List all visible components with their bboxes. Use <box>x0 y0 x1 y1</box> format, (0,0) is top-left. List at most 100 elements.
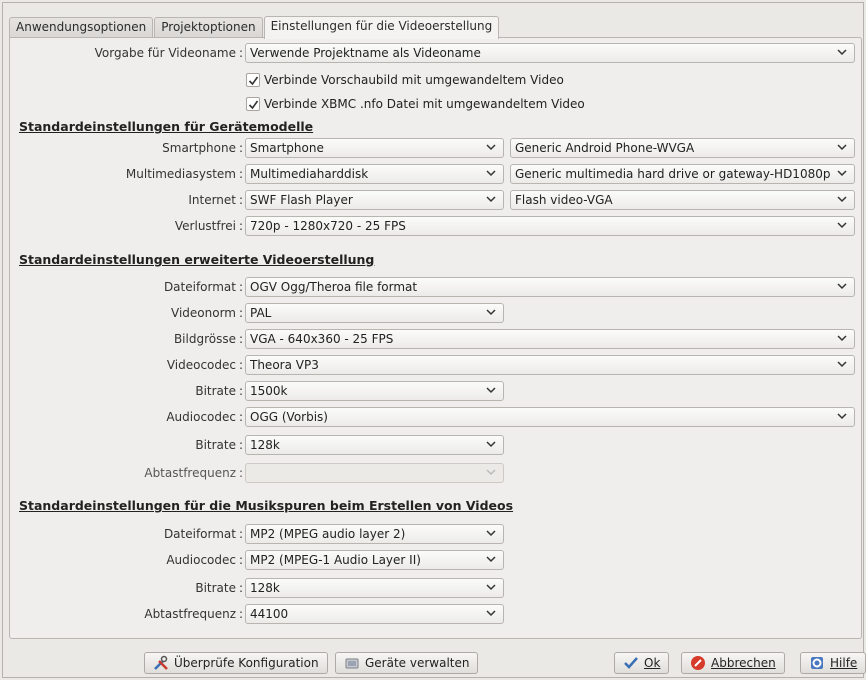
colon: : <box>239 581 244 595</box>
video-name-combo[interactable]: Verwende Projektname als Videoname <box>245 43 855 63</box>
chevron-down-icon <box>486 307 496 317</box>
devices-heading: Standardeinstellungen für Gerätemodelle <box>19 119 314 134</box>
chevron-down-icon <box>486 194 496 204</box>
chevron-down-icon <box>486 168 496 178</box>
video-name-value: Verwende Projektname als Videoname <box>250 46 481 60</box>
advanced-heading: Standardeinstellungen erweiterte Videoer… <box>19 252 375 267</box>
checkbox-checked-icon <box>246 96 260 111</box>
adv-file-format-value: OGV Ogg/Theroa file format <box>250 280 418 294</box>
internet-model-value: Flash video-VGA <box>515 193 613 207</box>
colon: : <box>239 141 244 155</box>
help-label: Hilfe <box>830 656 858 670</box>
image-size-value: VGA - 640x360 - 25 FPS <box>250 332 394 346</box>
chevron-down-icon <box>837 47 847 57</box>
multimedia-model-combo[interactable]: Generic multimedia hard drive or gateway… <box>510 164 855 184</box>
help-icon <box>809 655 825 671</box>
video-name-label: Vorgabe für Videoname <box>94 46 236 60</box>
chevron-down-icon <box>837 281 847 291</box>
thumbnail-checkbox[interactable]: Verbinde Vorschaubild mit umgewandeltem … <box>246 70 564 90</box>
music-audio-codec-combo[interactable]: MP2 (MPEG-1 Audio Layer II) <box>245 550 504 570</box>
manage-devices-button[interactable]: Geräte verwalten <box>335 652 479 674</box>
chevron-down-icon <box>486 554 496 564</box>
multimedia-model-value: Generic multimedia hard drive or gateway… <box>515 167 831 181</box>
chevron-down-icon <box>837 168 847 178</box>
internet-type-combo[interactable]: SWF Flash Player <box>245 190 504 210</box>
adv-sample-rate-label: Abtastfrequenz <box>144 466 236 480</box>
music-audio-codec-label: Audiocodec <box>166 553 236 567</box>
adv-sample-rate-combo[interactable] <box>245 463 504 483</box>
colon: : <box>239 358 244 372</box>
chevron-down-icon <box>486 385 496 395</box>
music-file-format-value: MP2 (MPEG audio layer 2) <box>250 527 406 541</box>
checkbox-checked-icon <box>246 72 260 87</box>
audio-codec-combo[interactable]: OGG (Vorbis) <box>245 407 855 427</box>
colon: : <box>239 607 244 621</box>
music-file-format-combo[interactable]: MP2 (MPEG audio layer 2) <box>245 524 504 544</box>
tab-application-options[interactable]: Anwendungsoptionen <box>9 17 154 38</box>
smartphone-model-value: Generic Android Phone-WVGA <box>515 141 695 155</box>
video-bitrate-value: 1500k <box>250 384 288 398</box>
music-sample-rate-label: Abtastfrequenz <box>144 607 236 621</box>
video-codec-combo[interactable]: Theora VP3 <box>245 355 855 375</box>
colon: : <box>239 167 244 181</box>
video-codec-value: Theora VP3 <box>250 358 319 372</box>
smartphone-label: Smartphone <box>162 141 236 155</box>
colon: : <box>239 527 244 541</box>
music-bitrate-combo[interactable]: 128k <box>245 578 504 598</box>
adv-file-format-combo[interactable]: OGV Ogg/Theroa file format <box>245 277 855 297</box>
chevron-down-icon <box>486 528 496 538</box>
smartphone-type-value: Smartphone <box>250 141 324 155</box>
chevron-down-icon <box>837 411 847 421</box>
check-config-button[interactable]: Überprüfe Konfiguration <box>144 652 328 674</box>
tab-video-settings[interactable]: Einstellungen für die Videoerstellung <box>263 16 500 39</box>
xbmc-checkbox-label: Verbinde XBMC .nfo Datei mit umgewandelt… <box>264 97 585 111</box>
music-bitrate-value: 128k <box>250 581 280 595</box>
audio-bitrate-value: 128k <box>250 438 280 452</box>
help-button[interactable]: Hilfe <box>800 652 866 674</box>
settings-panel: Vorgabe für Videoname : Verwende Projekt… <box>9 37 862 639</box>
colon: : <box>239 280 244 294</box>
chevron-down-icon <box>486 439 496 449</box>
ok-button[interactable]: Ok <box>614 652 670 674</box>
colon: : <box>239 384 244 398</box>
chevron-down-icon <box>837 142 847 152</box>
lossless-value: 720p - 1280x720 - 25 FPS <box>250 219 406 233</box>
audio-codec-label: Audiocodec <box>166 410 236 424</box>
colon: : <box>239 466 244 480</box>
tools-icon <box>153 655 169 671</box>
checkmark-icon <box>623 655 639 671</box>
music-sample-rate-value: 44100 <box>250 607 289 621</box>
audio-bitrate-label: Bitrate <box>195 438 236 452</box>
music-sample-rate-combo[interactable]: 44100 <box>245 604 504 624</box>
video-norm-combo[interactable]: PAL <box>245 303 504 323</box>
music-audio-codec-value: MP2 (MPEG-1 Audio Layer II) <box>250 553 421 567</box>
audio-codec-value: OGG (Vorbis) <box>250 410 328 424</box>
chevron-down-icon <box>837 194 847 204</box>
smartphone-type-combo[interactable]: Smartphone <box>245 138 504 158</box>
xbmc-checkbox[interactable]: Verbinde XBMC .nfo Datei mit umgewandelt… <box>246 94 585 114</box>
colon: : <box>239 193 244 207</box>
tab-project-options[interactable]: Projektoptionen <box>154 17 263 38</box>
cancel-button[interactable]: Abbrechen <box>681 652 785 674</box>
colon: : <box>239 306 244 320</box>
chevron-down-icon <box>486 467 496 477</box>
smartphone-model-combo[interactable]: Generic Android Phone-WVGA <box>510 138 855 158</box>
ok-label: Ok <box>644 656 661 670</box>
multimedia-type-combo[interactable]: Multimediaharddisk <box>245 164 504 184</box>
thumbnail-checkbox-label: Verbinde Vorschaubild mit umgewandeltem … <box>264 73 564 87</box>
multimedia-label: Multimediasystem <box>125 167 236 181</box>
chevron-down-icon <box>837 359 847 369</box>
music-heading: Standardeinstellungen für die Musikspure… <box>19 498 514 513</box>
devices-icon <box>344 655 360 671</box>
video-norm-label: Videonorm <box>171 306 236 320</box>
lossless-combo[interactable]: 720p - 1280x720 - 25 FPS <box>245 216 855 236</box>
video-bitrate-combo[interactable]: 1500k <box>245 381 504 401</box>
colon: : <box>239 553 244 567</box>
internet-model-combo[interactable]: Flash video-VGA <box>510 190 855 210</box>
image-size-combo[interactable]: VGA - 640x360 - 25 FPS <box>245 329 855 349</box>
audio-bitrate-combo[interactable]: 128k <box>245 435 504 455</box>
check-config-label: Überprüfe Konfiguration <box>174 656 319 670</box>
chevron-down-icon <box>837 333 847 343</box>
video-norm-value: PAL <box>250 306 272 320</box>
chevron-down-icon <box>486 142 496 152</box>
